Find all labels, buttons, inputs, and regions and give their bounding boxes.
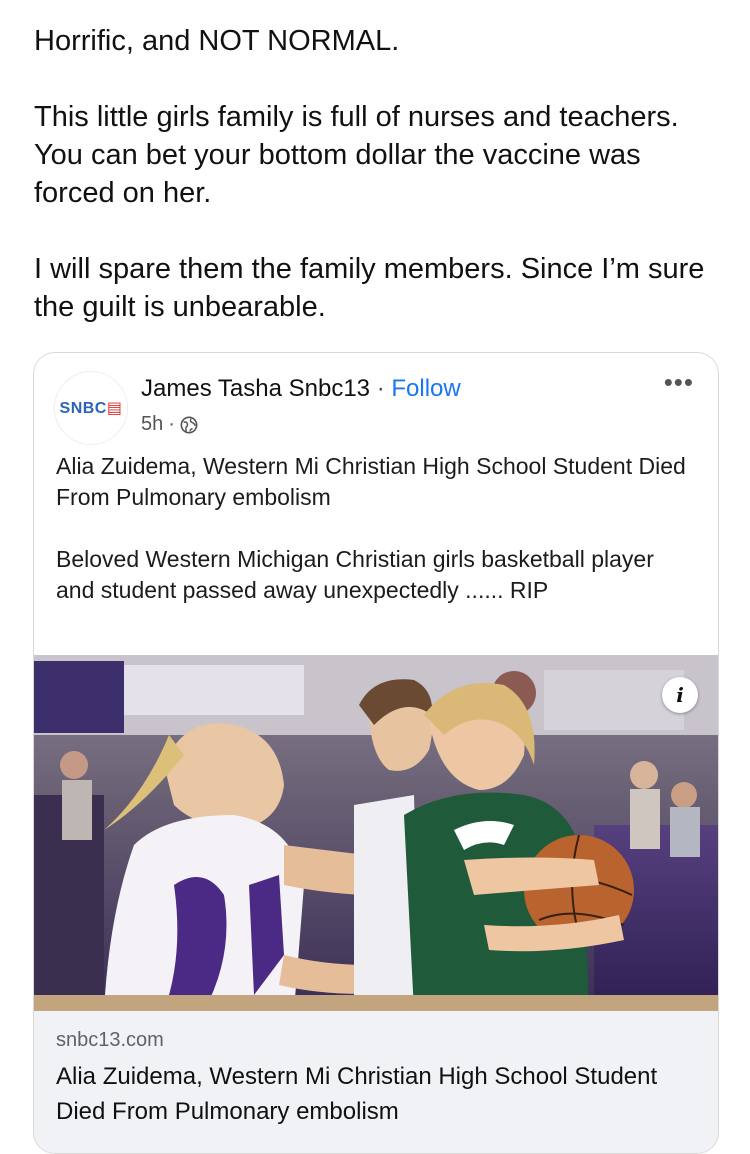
shared-post-card[interactable]: SNBC▤ James Tasha Snbc13 · Follow 5h · •… bbox=[33, 352, 719, 1154]
info-icon[interactable]: i bbox=[662, 677, 698, 713]
basketball-photo bbox=[34, 655, 718, 1011]
link-title[interactable]: Alia Zuidema, Western Mi Christian High … bbox=[56, 1059, 696, 1129]
post-meta: 5h · bbox=[141, 413, 198, 436]
separator-dot: · bbox=[376, 375, 385, 402]
link-preview[interactable]: snbc13.com Alia Zuidema, Western Mi Chri… bbox=[34, 1011, 718, 1153]
post-line-3: I will spare them the family members. Si… bbox=[34, 253, 705, 323]
globe-icon bbox=[180, 416, 198, 433]
link-domain: snbc13.com bbox=[56, 1029, 164, 1051]
avatar[interactable]: SNBC▤ bbox=[54, 371, 128, 445]
post-line-2: This little girls family is full of nurs… bbox=[34, 101, 679, 209]
time-separator: · bbox=[168, 413, 175, 435]
article-photo[interactable]: i bbox=[34, 655, 718, 1011]
more-options-icon[interactable]: ••• bbox=[664, 367, 694, 398]
avatar-logo: SNBC▤ bbox=[59, 400, 123, 417]
post-line-1: Horrific, and NOT NORMAL. bbox=[34, 25, 400, 57]
shared-post-body: Alia Zuidema, Western Mi Christian High … bbox=[56, 451, 696, 606]
shared-headline: Alia Zuidema, Western Mi Christian High … bbox=[56, 453, 686, 510]
shared-body-text: Beloved Western Michigan Christian girls… bbox=[56, 546, 654, 603]
author-name[interactable]: James Tasha Snbc13 bbox=[141, 375, 370, 402]
author-line: James Tasha Snbc13 · Follow bbox=[141, 375, 461, 403]
follow-button[interactable]: Follow bbox=[391, 375, 460, 402]
post-text: Horrific, and NOT NORMAL. This little gi… bbox=[34, 22, 724, 326]
post-time[interactable]: 5h bbox=[141, 413, 163, 436]
